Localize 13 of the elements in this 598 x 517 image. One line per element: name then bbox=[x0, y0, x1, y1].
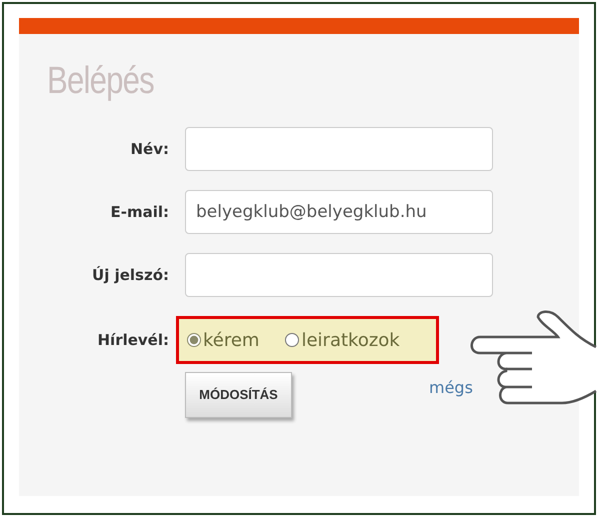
radio-label: leiratkozok bbox=[301, 328, 400, 352]
radio-label: kérem bbox=[203, 328, 260, 352]
field-label: Hírlevél: bbox=[96, 330, 170, 351]
field-label: Név: bbox=[129, 138, 170, 160]
input-field[interactable] bbox=[185, 127, 493, 171]
input-field[interactable] bbox=[185, 253, 493, 297]
radio-button[interactable] bbox=[187, 333, 201, 347]
radio-button[interactable] bbox=[285, 333, 300, 347]
input-field[interactable]: belyegklub@belyegklub.hu bbox=[185, 190, 493, 234]
submit-button[interactable]: MÓDOSÍTÁS bbox=[185, 372, 292, 418]
cancel-link[interactable]: mégs bbox=[429, 376, 473, 400]
field-label: E-mail: bbox=[109, 202, 170, 223]
field-label: Új jelszó: bbox=[91, 264, 170, 286]
